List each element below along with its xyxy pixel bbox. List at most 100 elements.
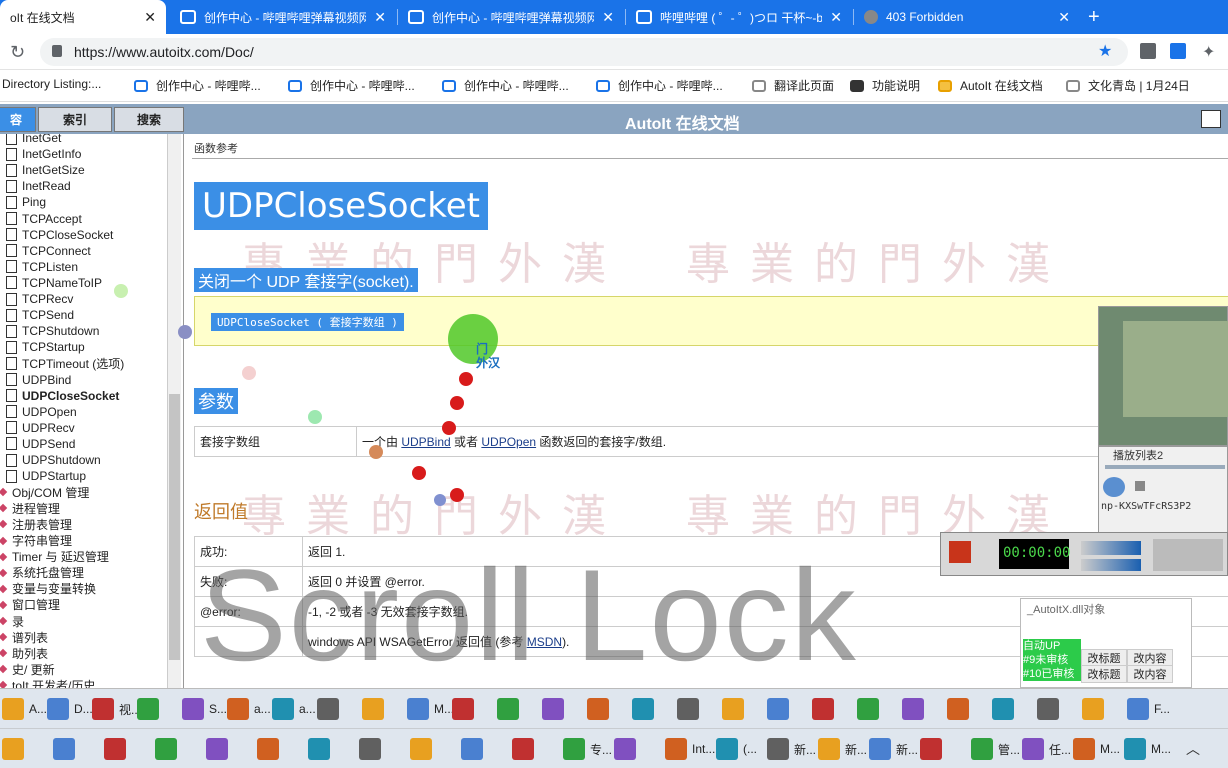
taskbar-app-button[interactable]: 管... <box>971 735 1020 763</box>
taskbar-app-button[interactable] <box>614 735 641 763</box>
tree-item[interactable]: InetGetInfo <box>6 146 81 162</box>
bookmark-item[interactable]: 文化青岛 | 1月24日 <box>1066 77 1190 94</box>
tree-item[interactable]: TCPConnect <box>6 243 91 259</box>
puzzle-icon[interactable]: ✦ <box>1202 42 1215 62</box>
tree-item[interactable]: UDPRecv <box>6 420 75 436</box>
tree-folder[interactable]: 史/ 更新 <box>0 661 55 677</box>
taskbar-app-button[interactable] <box>947 695 974 723</box>
taskbar-app-button[interactable] <box>461 735 488 763</box>
taskbar-app-button[interactable] <box>257 735 284 763</box>
taskbar-app-button[interactable] <box>1082 695 1109 723</box>
tree-folder[interactable]: 字符串管理 <box>0 533 72 549</box>
new-tab-icon[interactable]: + <box>1088 6 1100 29</box>
tab-search[interactable]: 搜索 <box>114 107 184 132</box>
tree-folder[interactable]: Timer 与 延迟管理 <box>0 549 109 565</box>
bookmark-star-icon[interactable]: ★ <box>1098 41 1112 61</box>
taskbar-app-button[interactable]: a... <box>272 695 316 723</box>
taskbar-app-button[interactable] <box>632 695 659 723</box>
taskbar-app-button[interactable]: M... <box>1124 735 1171 763</box>
taskbar-app-button[interactable] <box>677 695 704 723</box>
tree-folder[interactable]: 进程管理 <box>0 500 60 516</box>
taskbar-app-button[interactable]: A... <box>2 695 47 723</box>
taskbar-app-button[interactable] <box>410 735 437 763</box>
bookmark-item[interactable]: 创作中心 - 哔哩哔... <box>596 77 723 94</box>
translate-icon[interactable] <box>1170 43 1186 59</box>
tree-item[interactable]: TCPTimeout (选项) <box>6 355 124 371</box>
tree-item[interactable]: TCPShutdown <box>6 323 99 339</box>
taskbar-app-button[interactable]: F... <box>1127 695 1170 723</box>
tree-folder[interactable]: 系统托盘管理 <box>0 565 84 581</box>
tree-item[interactable]: TCPCloseSocket <box>6 227 113 243</box>
tab-close-icon[interactable]: ✕ <box>1058 9 1070 26</box>
taskbar-app-button[interactable] <box>155 735 182 763</box>
bookmark-item[interactable]: 创作中心 - 哔哩哔... <box>288 77 415 94</box>
taskbar-app-button[interactable] <box>2 735 29 763</box>
play-button[interactable] <box>1103 477 1125 497</box>
bookmark-item[interactable]: AutoIt 在线文档 <box>938 77 1043 94</box>
taskbar-app-button[interactable]: 视... <box>92 695 141 723</box>
tree-item[interactable]: UDPBind <box>6 372 71 388</box>
tree-item[interactable]: UDPStartup <box>6 468 86 484</box>
volume-meter[interactable] <box>1081 541 1141 555</box>
taskbar-app-button[interactable]: S... <box>182 695 227 723</box>
tree-item[interactable]: TCPRecv <box>6 291 73 307</box>
tab-index[interactable]: 索引 <box>38 107 112 132</box>
omnibox[interactable]: https://www.autoitx.com/Doc/ ★ <box>40 38 1128 66</box>
tree-item[interactable]: TCPStartup <box>6 339 85 355</box>
stop-icon[interactable] <box>1135 481 1145 491</box>
tab-close-icon[interactable]: ✕ <box>374 9 386 26</box>
taskbar-app-button[interactable] <box>137 695 164 723</box>
taskbar-app-button[interactable] <box>359 735 386 763</box>
tab-403[interactable]: 403 Forbidden ✕ <box>854 0 1080 34</box>
taskbar-app-button[interactable]: a... <box>227 695 271 723</box>
tree-item[interactable]: UDPCloseSocket <box>6 388 119 404</box>
tab-bilibili-1[interactable]: 创作中心 - 哔哩哔哩弹幕视频网 ✕ <box>170 0 396 34</box>
tree-folder[interactable]: toIt 开发者/历史 <box>0 677 95 688</box>
tree-folder[interactable]: 变量与变量转换 <box>0 581 96 597</box>
udpbind-link[interactable]: UDPBind <box>401 435 450 449</box>
taskbar-app-button[interactable] <box>104 735 131 763</box>
taskbar-app-button[interactable] <box>53 735 80 763</box>
udpopen-link[interactable]: UDPOpen <box>481 435 536 449</box>
taskbar-app-button[interactable]: (... <box>716 735 757 763</box>
tab-autoit-docs[interactable]: oIt 在线文档 ✕ <box>0 0 166 34</box>
taskbar-app-button[interactable]: Int... <box>665 735 715 763</box>
tab-contents[interactable]: 容 <box>0 107 36 132</box>
tree-scrollbar[interactable] <box>167 134 181 688</box>
extension-icon[interactable] <box>1140 43 1156 59</box>
taskbar-app-button[interactable] <box>722 695 749 723</box>
tray-expand-icon[interactable]: ︿ <box>1186 739 1200 759</box>
reload-icon[interactable]: ↻ <box>10 42 25 63</box>
mic-meter[interactable] <box>1081 559 1141 571</box>
taskbar-app-button[interactable] <box>812 695 839 723</box>
taskbar-app-button[interactable]: 任... <box>1022 735 1071 763</box>
tab-close-icon[interactable]: ✕ <box>602 9 614 26</box>
tree-folder[interactable]: 录 <box>0 613 24 629</box>
taskbar-app-button[interactable]: 新... <box>767 735 816 763</box>
tab-close-icon[interactable]: ✕ <box>830 9 842 26</box>
taskbar-app-button[interactable] <box>767 695 794 723</box>
taskbar-app-button[interactable] <box>317 695 344 723</box>
tree-item[interactable]: InetGetSize <box>6 162 85 178</box>
taskbar-app-button[interactable] <box>542 695 569 723</box>
taskbar-app-button[interactable] <box>308 735 335 763</box>
taskbar-app-button[interactable]: M... <box>1073 735 1120 763</box>
tree-folder[interactable]: 窗口管理 <box>0 597 60 613</box>
tab-bilibili-3[interactable]: 哔哩哔哩 ( ゜- ゜)つロ 干杯~-b ✕ <box>626 0 852 34</box>
taskbar-app-button[interactable]: M... <box>407 695 454 723</box>
bookmark-item[interactable]: Directory Listing:... <box>2 77 101 91</box>
bookmark-item[interactable]: 创作中心 - 哔哩哔... <box>442 77 569 94</box>
taskbar-app-button[interactable] <box>206 735 233 763</box>
taskbar-app-button[interactable]: 新... <box>869 735 918 763</box>
tree-item[interactable]: TCPSend <box>6 307 74 323</box>
taskbar-app-button[interactable] <box>512 735 539 763</box>
tree-item[interactable]: Ping <box>6 194 46 210</box>
seek-bar[interactable] <box>1105 465 1225 469</box>
taskbar-app-button[interactable]: 专... <box>563 735 612 763</box>
taskbar-app-button[interactable] <box>920 735 947 763</box>
scrollbar-thumb[interactable] <box>169 394 180 660</box>
tree-item[interactable]: UDPSend <box>6 436 75 452</box>
tree-folder[interactable]: Obj/COM 管理 <box>0 484 89 500</box>
taskbar-app-button[interactable] <box>902 695 929 723</box>
tree-item[interactable]: TCPAccept <box>6 211 82 227</box>
